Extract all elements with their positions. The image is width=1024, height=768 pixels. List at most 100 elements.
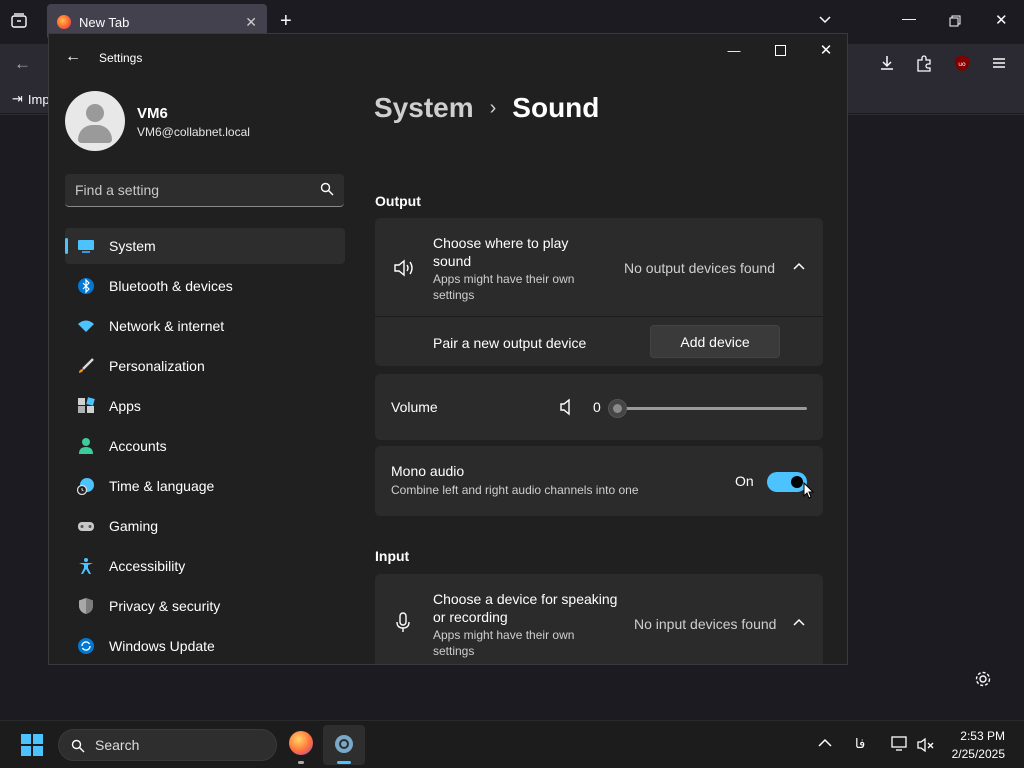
taskbar-firefox[interactable] [289, 731, 313, 755]
sidebar-item-accessibility[interactable]: Accessibility [65, 548, 345, 584]
input-language[interactable]: فا [855, 736, 865, 752]
output-choose-title: Choose where to play sound [433, 235, 569, 269]
mute-speaker-icon[interactable] [559, 398, 573, 416]
chevron-up-icon[interactable] [793, 262, 805, 272]
tab-title: New Tab [79, 14, 130, 30]
apps-icon [78, 397, 95, 413]
browser-close-button[interactable]: ✕ [995, 11, 1008, 29]
minimize-button[interactable]: — [711, 34, 757, 66]
avatar[interactable] [65, 91, 125, 151]
bookmark-import[interactable]: ⇥ Imp [12, 91, 50, 107]
sidebar-item-time-language[interactable]: Time & language [65, 468, 345, 504]
sidebar-item-gaming[interactable]: Gaming [65, 508, 345, 544]
toggle-knob [791, 476, 803, 488]
clock-time[interactable]: 2:53 PM [960, 729, 1005, 743]
input-choose-title: Choose a device for speaking or recordin… [433, 591, 618, 625]
brush-icon [79, 358, 94, 373]
settings-titlebar: ← Settings — ✕ [49, 34, 847, 82]
sidebar-item-label: System [109, 238, 156, 254]
sidebar-item-accounts[interactable]: Accounts [65, 428, 345, 464]
sidebar-item-windows-update[interactable]: Windows Update [65, 628, 345, 664]
account-icon [79, 438, 93, 454]
settings-window: ← Settings — ✕ VM6 VM6@collabnet.local S… [48, 33, 848, 665]
breadcrumb: System › Sound [374, 92, 599, 124]
browser-restore-button[interactable] [949, 14, 961, 32]
ublock-icon[interactable]: uo [953, 54, 971, 77]
volume-muted-icon[interactable] [917, 737, 935, 753]
sidebar-item-label: Privacy & security [109, 598, 221, 614]
output-device-row[interactable]: Choose where to play sound Apps might ha… [375, 218, 823, 316]
breadcrumb-parent[interactable]: System [374, 92, 474, 124]
settings-gear-icon [335, 735, 353, 753]
volume-label: Volume [391, 399, 438, 415]
update-icon [78, 638, 94, 654]
sidebar-item-personalization[interactable]: Personalization [65, 348, 345, 384]
profile-name: VM6 [137, 105, 168, 122]
mouse-cursor-icon [803, 482, 815, 499]
bookmark-label: Imp [27, 91, 50, 107]
clock-date[interactable]: 2/25/2025 [952, 747, 1005, 761]
taskbar-search[interactable]: Search [58, 729, 277, 761]
mono-audio-title: Mono audio [391, 463, 465, 479]
output-device-value: No output devices found [624, 260, 775, 276]
mono-audio-subtitle: Combine left and right audio channels in… [391, 483, 639, 497]
mono-audio-toggle[interactable] [767, 472, 807, 492]
taskbar-indicator [298, 761, 304, 764]
customize-gear-icon[interactable] [974, 670, 992, 693]
close-tab-icon[interactable]: ✕ [245, 14, 257, 31]
output-section-title: Output [375, 193, 421, 209]
profile-email: VM6@collabnet.local [137, 125, 250, 139]
volume-slider-track[interactable] [617, 407, 807, 410]
new-tab-button[interactable]: + [280, 10, 292, 33]
import-icon: ⇥ [12, 91, 23, 106]
back-arrow-icon[interactable]: ← [14, 54, 31, 74]
sidebar-item-network[interactable]: Network & internet [65, 308, 345, 344]
sidebar-item-label: Personalization [109, 358, 205, 374]
settings-search [65, 174, 344, 207]
search-icon [71, 739, 85, 753]
sidebar-item-system[interactable]: System [65, 228, 345, 264]
speaker-icon [394, 259, 413, 277]
tab-list-icon[interactable] [10, 12, 30, 32]
sidebar-item-label: Time & language [109, 478, 215, 494]
list-tabs-chevron-icon[interactable] [818, 12, 832, 31]
maximize-button[interactable] [757, 34, 803, 66]
search-icon[interactable] [320, 182, 334, 196]
taskbar: Search فا 2:53 PM 2/25/2025 [0, 720, 1024, 768]
sidebar-item-apps[interactable]: Apps [65, 388, 345, 424]
sidebar-item-bluetooth[interactable]: Bluetooth & devices [65, 268, 345, 304]
accessibility-icon [79, 558, 93, 574]
volume-slider-thumb[interactable] [608, 399, 627, 418]
svg-text:uo: uo [958, 61, 966, 68]
network-icon[interactable] [891, 736, 909, 752]
volume-card: Volume 0 [375, 374, 823, 440]
sidebar-item-label: Gaming [109, 518, 159, 534]
breadcrumb-separator: › [489, 96, 497, 119]
nav-list: System Bluetooth & devices Network & int… [65, 228, 345, 664]
pair-device-row: Pair a new output device Add device [375, 317, 823, 366]
sidebar-item-privacy[interactable]: Privacy & security [65, 588, 345, 624]
browser-minimize-button[interactable]: — [902, 10, 916, 26]
windows-start-icon[interactable] [21, 734, 43, 756]
chevron-up-icon[interactable] [793, 618, 805, 628]
pair-device-label: Pair a new output device [433, 335, 587, 351]
close-button[interactable]: ✕ [803, 34, 847, 66]
search-input[interactable] [65, 174, 305, 206]
extensions-icon[interactable] [915, 54, 933, 77]
download-icon[interactable] [878, 54, 896, 77]
sidebar-item-label: Accounts [109, 438, 167, 454]
taskbar-settings[interactable] [323, 725, 365, 765]
taskbar-search-label: Search [95, 737, 140, 753]
shield-icon [79, 598, 93, 614]
window-title: Settings [99, 51, 143, 65]
input-choose-subtitle: Apps might have their own settings [433, 628, 575, 658]
tray-chevron-up-icon[interactable] [818, 738, 832, 748]
sidebar-item-label: Network & internet [109, 318, 225, 334]
add-device-button[interactable]: Add device [650, 325, 780, 358]
sidebar-item-label: Windows Update [109, 638, 215, 654]
page-title: Sound [512, 92, 600, 123]
taskbar-active-indicator [337, 761, 351, 764]
back-arrow-icon[interactable]: ← [63, 48, 83, 68]
menu-icon[interactable] [991, 55, 1007, 76]
input-device-card[interactable]: Choose a device for speaking or recordin… [375, 574, 823, 664]
